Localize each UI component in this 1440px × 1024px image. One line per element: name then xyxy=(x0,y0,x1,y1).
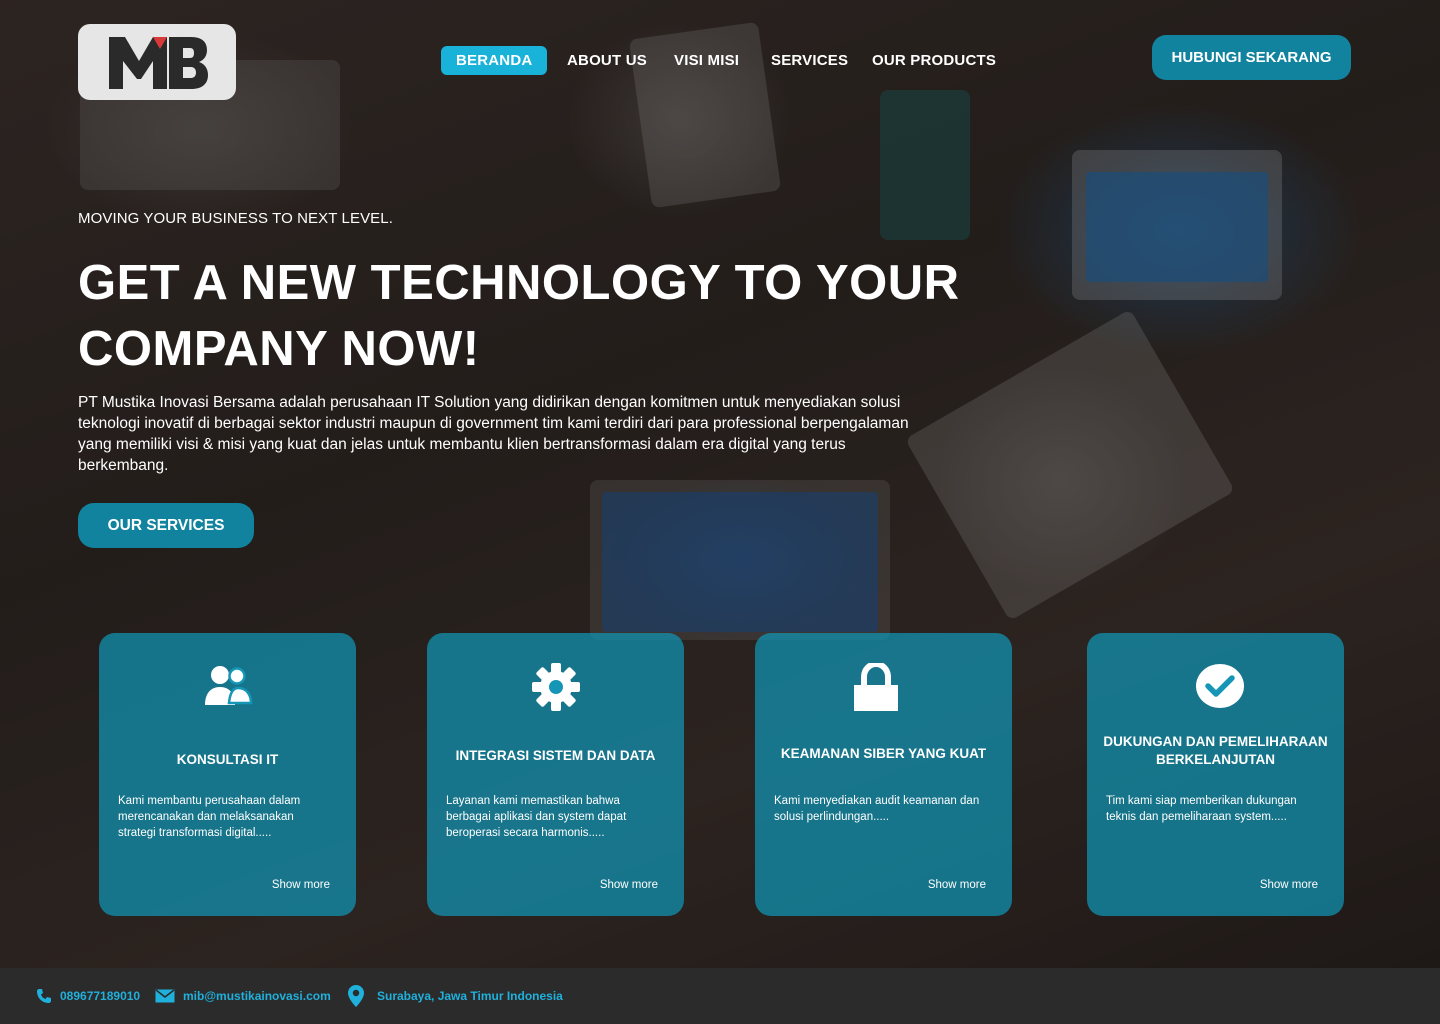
gear-icon xyxy=(427,663,684,711)
map-pin-icon xyxy=(347,984,365,1008)
nav-item-beranda[interactable]: BERANDA xyxy=(441,46,548,75)
email-address: mib@mustikainovasi.com xyxy=(183,989,331,1003)
phone-icon xyxy=(36,988,52,1004)
show-more-link[interactable]: Show more xyxy=(1260,879,1318,891)
lock-icon xyxy=(747,663,1004,713)
show-more-link[interactable]: Show more xyxy=(272,879,330,891)
footer-phone[interactable]: 089677189010 xyxy=(36,968,140,1024)
footer-location[interactable]: Surabaya, Jawa Timur Indonesia xyxy=(347,968,563,1024)
show-more-link[interactable]: Show more xyxy=(600,879,658,891)
nav-item-our-products[interactable]: OUR PRODUCTS xyxy=(872,46,996,75)
nav-item-services[interactable]: SERVICES xyxy=(771,46,848,75)
nav-item-about-us[interactable]: ABOUT US xyxy=(567,46,647,75)
service-card-keamanan-siber[interactable]: KEAMANAN SIBER YANG KUAT Kami menyediaka… xyxy=(755,633,1012,916)
check-circle-icon xyxy=(1091,663,1348,709)
hero-headline: GET A NEW TECHNOLOGY TO YOUR COMPANY NOW… xyxy=(78,256,960,376)
location-text: Surabaya, Jawa Timur Indonesia xyxy=(377,989,563,1003)
service-title: INTEGRASI SISTEM DAN DATA xyxy=(455,748,656,763)
phone-number: 089677189010 xyxy=(60,989,141,1003)
footer-email[interactable]: mib@mustikainovasi.com xyxy=(155,968,331,1024)
service-description: Kami membantu perusahaan dalam merencana… xyxy=(118,795,301,839)
service-card-integrasi-sistem[interactable]: INTEGRASI SISTEM DAN DATA Layanan kami m… xyxy=(427,633,684,916)
service-title: KONSULTASI IT xyxy=(176,752,279,767)
service-card-dukungan[interactable]: DUKUNGAN DAN PEMELIHARAAN BERKELANJUTAN … xyxy=(1087,633,1344,916)
logo-mark-icon xyxy=(109,37,208,89)
nav-item-visi-misi[interactable]: VISI MISI xyxy=(674,46,739,75)
company-logo[interactable] xyxy=(78,24,236,100)
service-title: DUKUNGAN DAN PEMELIHARAAN BERKELANJUTAN xyxy=(1103,734,1328,767)
hero-tagline: MOVING YOUR BUSINESS TO NEXT LEVEL. xyxy=(78,210,393,227)
service-card-konsultasi-it[interactable]: KONSULTASI IT Kami membantu perusahaan d… xyxy=(99,633,356,916)
users-icon xyxy=(99,663,356,707)
service-title: KEAMANAN SIBER YANG KUAT xyxy=(780,746,987,761)
service-description: Kami menyediakan audit keamanan dan solu… xyxy=(774,795,980,823)
hero-description: PT Mustika Inovasi Bersama adalah perusa… xyxy=(78,394,909,474)
our-services-button[interactable]: OUR SERVICES xyxy=(78,503,254,548)
service-description: Tim kami siap memberikan dukungan teknis… xyxy=(1106,795,1297,823)
show-more-link[interactable]: Show more xyxy=(928,879,986,891)
contact-now-button[interactable]: HUBUNGI SEKARANG xyxy=(1152,35,1351,80)
service-description: Layanan kami memastikan bahwa berbagai a… xyxy=(446,795,627,839)
envelope-icon xyxy=(155,989,175,1003)
footer-contact-bar: 089677189010 mib@mustikainovasi.com Sura… xyxy=(0,968,1440,1024)
